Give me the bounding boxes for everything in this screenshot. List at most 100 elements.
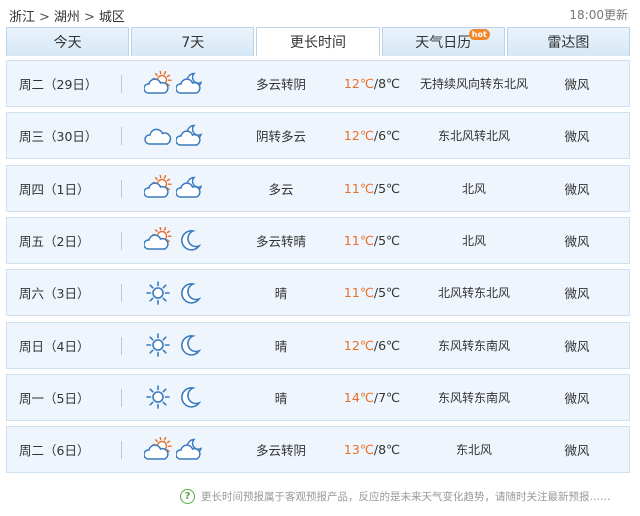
temperature-high: 11℃	[343, 285, 374, 301]
weather-description: 晴	[274, 390, 288, 406]
forecast-day: 周四（1日）	[19, 181, 90, 197]
breadcrumb-district[interactable]: 城区	[99, 10, 125, 25]
temperature-range: 12℃/6℃	[337, 113, 407, 158]
weather-description: 阴转多云	[255, 129, 306, 145]
wind-level: 微风	[564, 233, 590, 249]
tab-label: 雷达图	[547, 35, 590, 51]
partly-cloudy-night-icon	[175, 427, 205, 472]
breadcrumb-province[interactable]: 浙江	[9, 10, 35, 25]
tab-weather-calendar[interactable]: 天气日历 hot	[381, 27, 505, 56]
tab-label: 今天	[53, 35, 82, 51]
cloudy-icon	[143, 113, 173, 158]
temperature-high: 12℃	[343, 76, 374, 91]
tab-today[interactable]: 今天	[6, 27, 130, 56]
temperature-range: 13℃/8℃	[337, 427, 407, 472]
tab-label: 天气日历	[415, 35, 472, 51]
partly-cloudy-day-icon	[143, 166, 173, 211]
row-divider	[121, 388, 122, 407]
forecast-row: 周二（29日） 多云转阴 12℃/8℃ 无持续风向转东北风 微风	[6, 60, 630, 107]
temperature-high: 12℃	[343, 128, 374, 144]
wind-direction: 东北风	[455, 443, 492, 458]
wind-level: 微风	[564, 338, 590, 354]
forecast-row: 周五（2日） 多云转晴 11℃/5℃ 北风 微风	[6, 216, 630, 264]
tab-longer-term[interactable]: 更长时间	[256, 27, 380, 56]
forecast-row: 周六（3日） 晴 11℃/5℃ 北风转东北风 微风	[6, 269, 630, 317]
partly-cloudy-night-icon	[175, 113, 205, 158]
row-divider	[121, 75, 122, 93]
temperature-high: 11℃	[343, 232, 374, 248]
help-icon[interactable]: ?	[180, 488, 195, 504]
sun-icon	[143, 270, 173, 315]
weather-description: 多云转阴	[255, 77, 306, 92]
moon-icon	[175, 218, 205, 263]
forecast-row: 周三（30日） 阴转多云 12℃/6℃ 东北风转北风 微风	[6, 112, 630, 160]
sun-icon	[143, 375, 173, 420]
temperature-low: /5℃	[373, 285, 401, 301]
forecast-day: 周五（2日）	[19, 233, 90, 249]
row-divider	[121, 127, 122, 146]
partly-cloudy-night-icon	[175, 61, 205, 106]
temperature-low: /8℃	[373, 442, 401, 458]
row-divider	[121, 441, 122, 460]
wind-level: 微风	[564, 286, 590, 302]
partly-cloudy-day-icon	[143, 218, 173, 263]
tab-radar[interactable]: 雷达图	[506, 27, 631, 56]
breadcrumb-city[interactable]: 湖州	[54, 10, 80, 25]
forecast-row: 周一（5日） 晴 14℃/7℃ 东风转东南风 微风	[6, 373, 630, 421]
row-divider	[121, 336, 122, 355]
wind-direction: 东风转东南风	[437, 390, 510, 405]
wind-direction: 北风	[461, 233, 486, 248]
wind-level: 微风	[564, 390, 590, 406]
temperature-low: /6℃	[373, 337, 401, 353]
row-divider	[121, 231, 122, 250]
temperature-range: 14℃/7℃	[337, 375, 407, 420]
partly-cloudy-day-icon	[143, 427, 173, 472]
temperature-range: 11℃/5℃	[337, 270, 407, 315]
row-divider	[121, 179, 122, 198]
breadcrumb-separator: >	[39, 10, 50, 25]
sun-icon	[143, 323, 173, 368]
top-bar: 浙江 > 湖州 > 城区 18:00更新	[0, 0, 640, 28]
partly-cloudy-day-icon	[143, 61, 173, 106]
forecast-day: 周一（5日）	[19, 390, 90, 406]
temperature-range: 12℃/6℃	[337, 323, 407, 368]
forecast-day: 周六（3日）	[19, 286, 90, 302]
weather-description: 多云转晴	[255, 233, 306, 249]
moon-icon	[175, 270, 205, 315]
temperature-high: 12℃	[343, 337, 374, 353]
wind-level: 微风	[564, 181, 590, 197]
weather-description: 多云转阴	[255, 443, 306, 459]
moon-icon	[175, 375, 205, 420]
wind-direction: 无持续风向转东北风	[419, 77, 528, 91]
temperature-range: 12℃/8℃	[337, 61, 407, 106]
forecast-tabs: 今天 7天 更长时间 天气日历 hot 雷达图	[6, 27, 631, 56]
temperature-high: 14℃	[343, 389, 374, 405]
weather-description: 晴	[274, 338, 288, 354]
footer-note: ? 更长时间预报属于客观预报产品，反应的是未来天气变化趋势，请随时关注最新预报……	[180, 486, 630, 506]
temperature-low: /6℃	[373, 128, 401, 144]
weather-description: 晴	[274, 286, 288, 302]
partly-cloudy-night-icon	[175, 166, 205, 211]
weather-description: 多云	[268, 181, 294, 197]
wind-direction: 东北风转北风	[437, 129, 510, 144]
wind-direction: 东风转东南风	[437, 338, 510, 353]
moon-icon	[175, 323, 205, 368]
tab-label: 更长时间	[290, 35, 346, 51]
temperature-range: 11℃/5℃	[337, 218, 407, 263]
breadcrumb-separator: >	[83, 10, 95, 25]
update-time: 18:00更新	[569, 8, 628, 22]
forecast-row: 周日（4日） 晴 12℃/6℃ 东风转东南风 微风	[6, 321, 630, 369]
forecast-row: 周二（6日） 多云转阴 13℃/8℃ 东北风 微风	[6, 426, 630, 474]
temperature-high: 13℃	[343, 442, 374, 458]
temperature-high: 11℃	[343, 180, 374, 196]
tab-label: 7天	[181, 35, 205, 51]
row-divider	[121, 284, 122, 303]
wind-level: 微风	[564, 443, 590, 459]
wind-direction: 北风转东北风	[437, 286, 510, 301]
temperature-low: /7℃	[373, 389, 401, 405]
wind-direction: 北风	[461, 181, 486, 196]
forecast-day: 周三（30日）	[19, 129, 98, 145]
tab-7-days[interactable]: 7天	[131, 27, 255, 56]
forecast-day: 周二（6日）	[19, 443, 90, 459]
wind-level: 微风	[564, 129, 590, 145]
